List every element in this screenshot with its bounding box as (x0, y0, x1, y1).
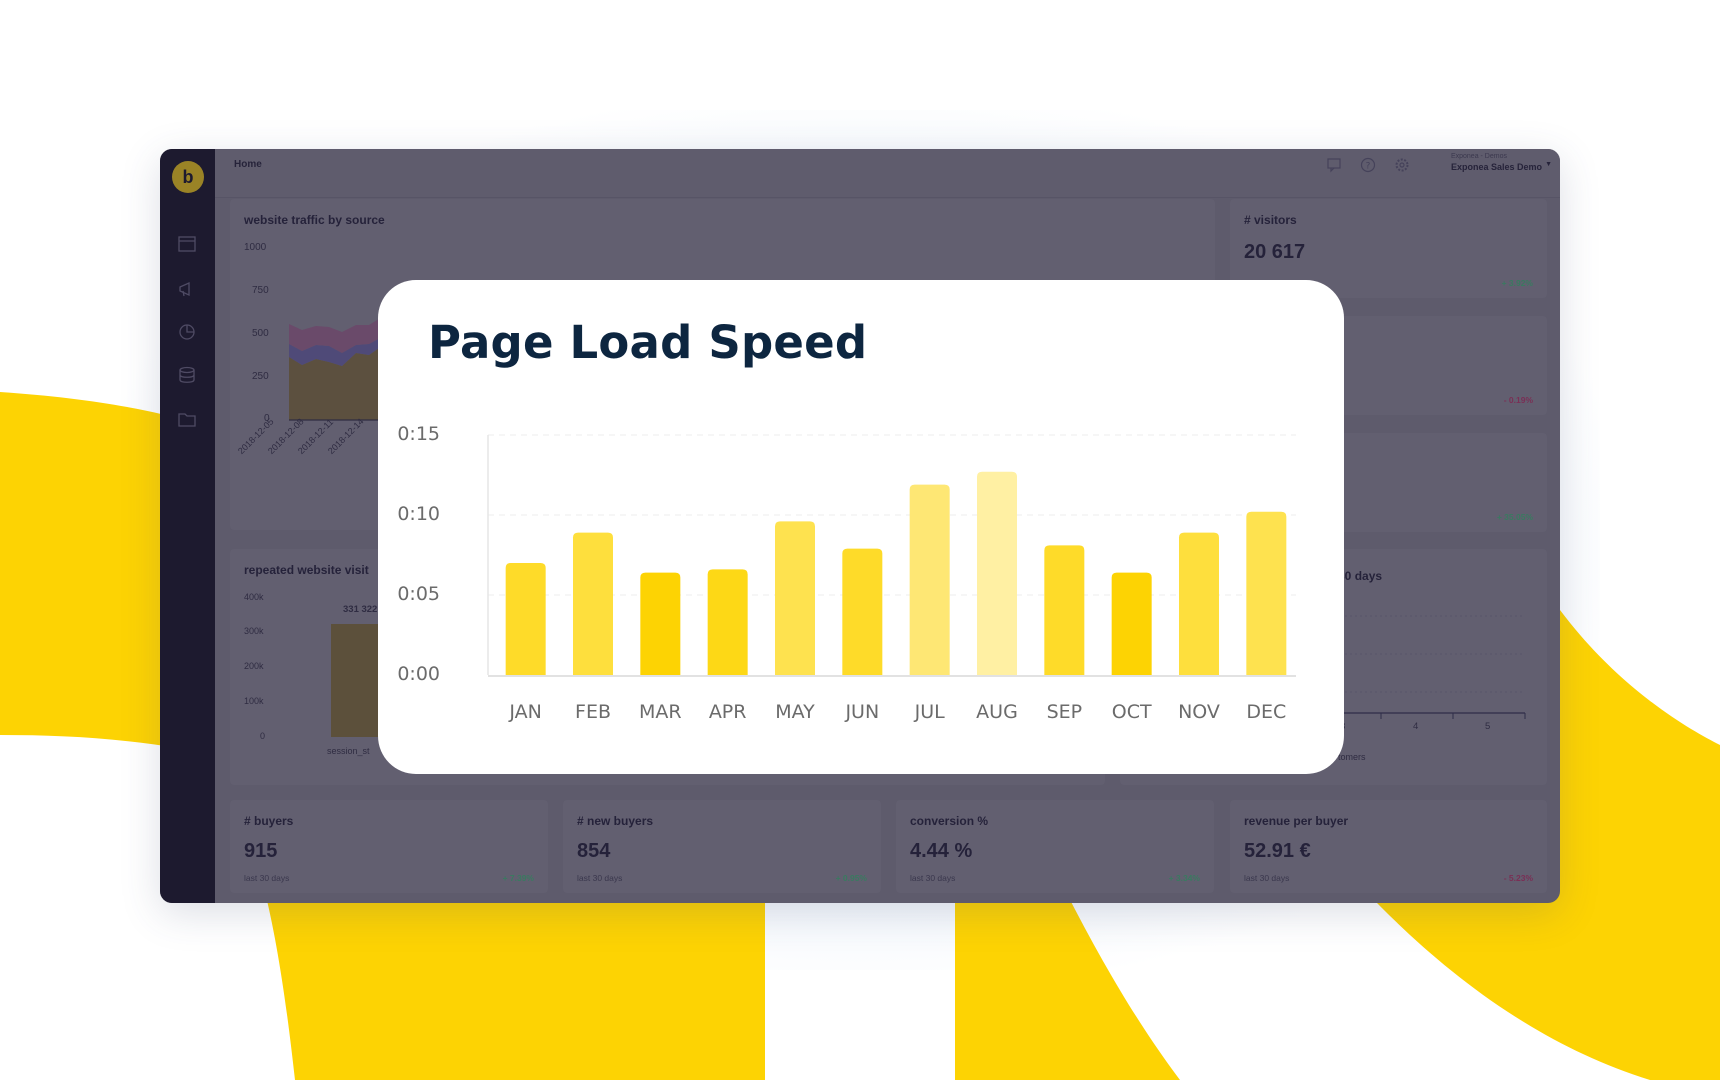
stat-card-buyers: # buyers 915 last 30 days + 7.39% (230, 800, 548, 893)
stat-period: last 30 days (577, 873, 623, 883)
repeated-ytick: 300k (244, 626, 264, 636)
account-switcher[interactable]: Exponea - Demos Exponea Sales Demo ▼ (1450, 153, 1552, 172)
repeated-x-label: session_st (327, 746, 370, 756)
bar-oct (1111, 572, 1152, 675)
yellow-swoosh-bottom-left (262, 880, 765, 1080)
bar-jan (505, 563, 546, 675)
bar-aug (977, 471, 1017, 675)
stat-card-revenue: revenue per buyer 52.91 € last 30 days -… (1230, 800, 1547, 893)
customers-xtick: 5 (1485, 721, 1491, 732)
customers-xtick: 4 (1413, 721, 1419, 732)
stat-value: 4.44 % (910, 840, 973, 862)
logo[interactable]: b (172, 161, 204, 193)
bar-mar (640, 572, 681, 675)
stat-value: 854 (577, 840, 611, 862)
chat-icon[interactable] (1326, 157, 1342, 173)
account-project: Exponea Sales Demo (1450, 162, 1542, 172)
stat-delta: + 7.39% (502, 873, 534, 883)
campaigns-icon[interactable] (177, 279, 197, 299)
stat-card-conversion: conversion % 4.44 % last 30 days + 3.34% (896, 800, 1214, 893)
visitors-delta: + 3.92% (1501, 278, 1533, 288)
stat-title: conversion % (910, 814, 989, 828)
repeated-ytick: 200k (244, 661, 264, 671)
account-org: Exponea - Demos (1450, 153, 1507, 160)
bar-jun (842, 548, 883, 675)
stat-period: last 30 days (1244, 873, 1290, 883)
stat-value: 52.91 € (1244, 840, 1311, 862)
dashboard-icon[interactable] (177, 234, 197, 254)
bar-jul (909, 484, 950, 675)
stat-delta: + 0.95% (835, 873, 867, 883)
stat-title: # buyers (244, 814, 294, 828)
stat-period: last 30 days (910, 873, 956, 883)
stat-value: 915 (244, 840, 278, 862)
bar-nov (1179, 532, 1219, 675)
svg-text:?: ? (1366, 162, 1371, 172)
metric-3-delta: + 35.05% (1496, 512, 1533, 522)
stat-title: revenue per buyer (1244, 814, 1349, 828)
bar-apr (707, 569, 748, 675)
analytics-icon[interactable] (177, 322, 197, 342)
stat-delta: + 3.34% (1168, 873, 1200, 883)
breadcrumb[interactable]: Home (234, 159, 262, 170)
bar-sep (1044, 545, 1085, 675)
files-icon[interactable] (177, 409, 197, 429)
visitors-title: # visitors (1244, 213, 1297, 227)
settings-icon[interactable] (1394, 157, 1410, 173)
topbar: Home ? Exponea - Demos Exponea Sales Dem… (215, 149, 1560, 198)
stat-card-new-buyers: # new buyers 854 last 30 days + 0.95% (563, 800, 881, 893)
help-icon[interactable]: ? (1360, 157, 1376, 173)
visitors-value: 20 617 (1244, 241, 1306, 263)
metric-2-delta: - 0.19% (1503, 395, 1533, 405)
stat-period: last 30 days (244, 873, 290, 883)
repeated-ytick: 0 (260, 731, 266, 741)
page-load-speed-card: Page Load Speed 0:00 0:05 0:10 0:15 JAN FEB M… (378, 280, 1344, 774)
repeated-bar-label: 331 322 (343, 604, 378, 615)
stat-title: # new buyers (577, 814, 654, 828)
data-icon[interactable] (177, 365, 197, 385)
repeated-ytick: 100k (244, 696, 264, 706)
stat-delta: - 5.23% (1503, 873, 1533, 883)
sidebar: b (160, 149, 215, 903)
bar-chart (487, 434, 1296, 677)
repeated-ytick: 400k (244, 592, 264, 602)
bar-may (775, 521, 815, 675)
bar-dec (1246, 511, 1287, 675)
bar-feb (573, 532, 613, 675)
repeated-title: repeated website visit (244, 563, 369, 577)
yellow-swoosh-bottom-mid (955, 880, 1180, 1080)
caret-down-icon[interactable]: ▼ (1545, 161, 1552, 168)
